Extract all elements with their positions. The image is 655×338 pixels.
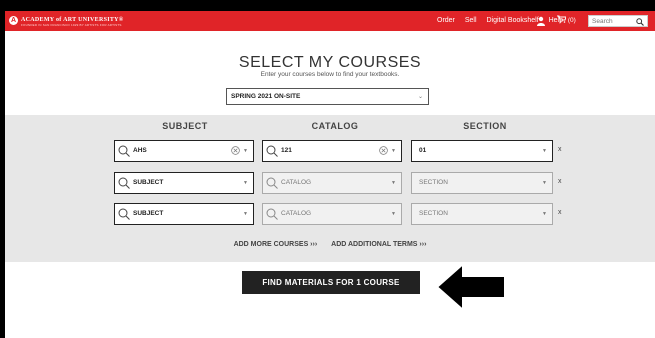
term-select[interactable]: SPRING 2021 ON-SITE ⌄ [226,88,429,105]
remove-row-button[interactable]: x [558,209,562,216]
subject-placeholder: SUBJECT [133,210,164,217]
search-icon [266,208,278,220]
page-title: SELECT MY COURSES [238,54,422,71]
page-frame: A ACADEMY of ART UNIVERSITY® FOUNDED IN … [5,11,655,338]
add-links: ADD MORE COURSES ››› ADD ADDITIONAL TERM… [5,241,655,248]
subject-placeholder: SUBJECT [133,179,164,186]
search-icon [266,145,278,157]
chevron-down-icon: ▼ [391,211,396,217]
arrow-left-icon [435,262,506,312]
chevron-down-icon: ▼ [391,180,396,186]
chevron-down-icon: ▼ [243,148,248,154]
section-placeholder: SECTION [419,179,448,186]
section-dropdown[interactable]: SECTION ▼ [411,203,553,225]
catalog-dropdown[interactable]: 121 ▼ [262,140,402,162]
find-materials-button[interactable]: FIND MATERIALS FOR 1 COURSE [242,271,420,294]
nav-sell[interactable]: Sell [465,17,477,24]
remove-row-button[interactable]: x [558,146,562,153]
subject-dropdown[interactable]: AHS ▼ [114,140,254,162]
term-value: SPRING 2021 ON-SITE [231,93,301,100]
search-icon [118,145,130,157]
column-header-section: SECTION [463,121,507,131]
chevron-down-icon: ▼ [243,211,248,217]
cart-icon [557,15,567,23]
chevron-down-icon: ⌄ [417,94,423,100]
section-dropdown[interactable]: SECTION ▼ [411,172,553,194]
remove-row-button[interactable]: x [558,178,562,185]
user-icon[interactable] [536,16,546,26]
clear-icon[interactable] [231,146,240,155]
brand-tagline: FOUNDED IN SAN FRANCISCO 1929 BY ARTISTS… [21,23,122,27]
add-additional-terms-link[interactable]: ADD ADDITIONAL TERMS ››› [331,241,426,248]
cart-button[interactable]: (0) [557,11,576,31]
search-input[interactable] [592,17,630,26]
section-placeholder: SECTION [419,210,448,217]
search-icon[interactable] [636,18,644,26]
cart-count: (0) [567,17,576,24]
search-icon [266,177,278,189]
chevron-down-icon: ▼ [542,211,547,217]
chevron-down-icon: ▼ [243,180,248,186]
brand-logo-icon: A [9,16,18,25]
subject-dropdown[interactable]: SUBJECT ▼ [114,172,254,194]
catalog-dropdown[interactable]: CATALOG ▼ [262,172,402,194]
search-icon [118,208,130,220]
page-subtitle: Enter your courses below to find your te… [260,71,400,78]
chevron-down-icon: ▼ [542,180,547,186]
search-box[interactable] [588,15,648,27]
column-header-subject: SUBJECT [162,121,208,131]
nav-digital-bookshelf[interactable]: Digital Bookshelf [487,17,539,24]
catalog-value: 121 [281,147,292,154]
section-dropdown[interactable]: 01 ▼ [411,140,553,162]
catalog-placeholder: CATALOG [281,210,312,217]
catalog-dropdown[interactable]: CATALOG ▼ [262,203,402,225]
subject-value: AHS [133,147,147,154]
column-header-catalog: CATALOG [311,121,359,131]
section-value: 01 [419,147,427,154]
clear-icon[interactable] [379,146,388,155]
chevron-down-icon: ▼ [542,148,547,154]
chevron-down-icon: ▼ [391,148,396,154]
top-nav-bar: A ACADEMY of ART UNIVERSITY® FOUNDED IN … [5,11,655,31]
add-more-courses-link[interactable]: ADD MORE COURSES ››› [234,241,318,248]
subject-dropdown[interactable]: SUBJECT ▼ [114,203,254,225]
catalog-placeholder: CATALOG [281,179,312,186]
search-icon [118,177,130,189]
nav-order[interactable]: Order [437,17,455,24]
